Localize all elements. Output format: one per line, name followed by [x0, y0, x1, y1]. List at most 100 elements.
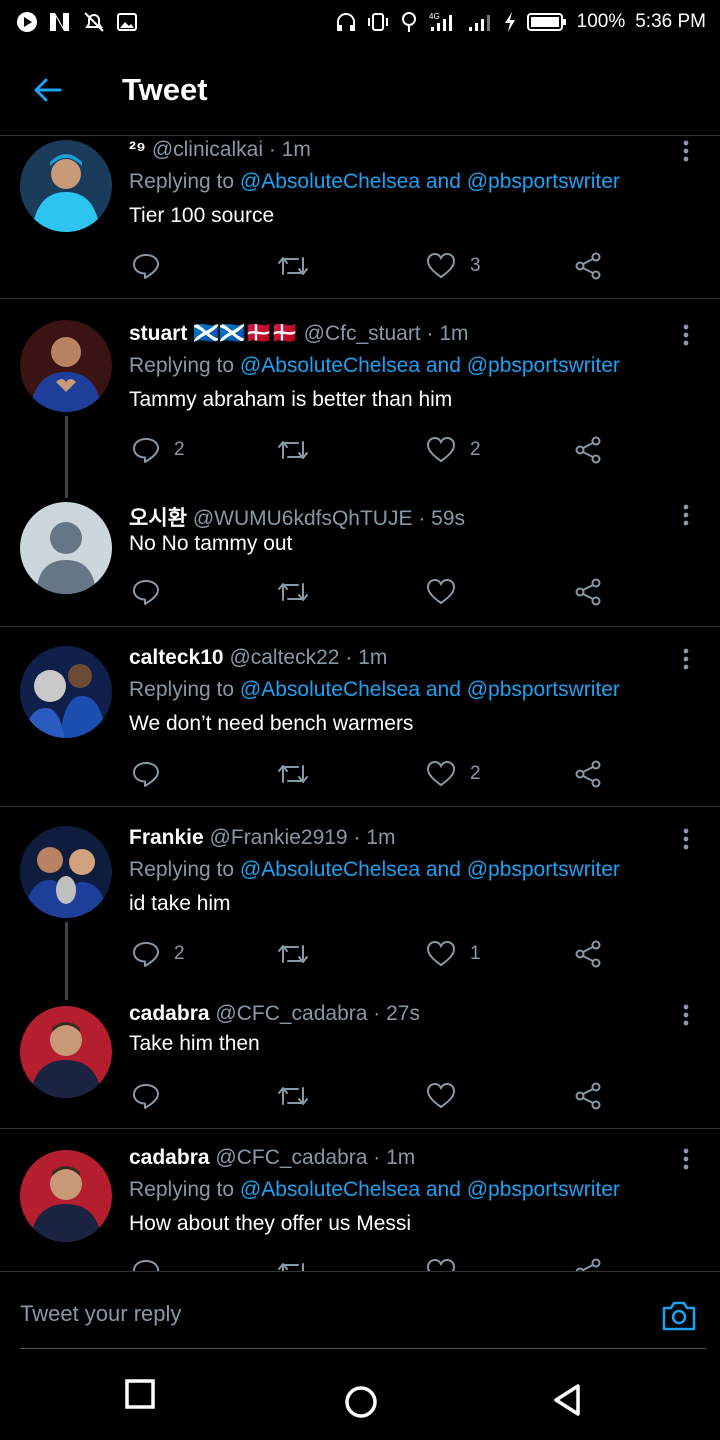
avatar[interactable] — [20, 646, 112, 738]
display-name[interactable]: 오시환 — [129, 507, 187, 530]
reply-button[interactable] — [132, 578, 174, 606]
display-name[interactable]: Frankie — [129, 826, 204, 849]
retweet-button[interactable] — [276, 940, 310, 968]
handle[interactable]: @clinicalkai — [152, 138, 263, 161]
replying-to: Replying to @AbsoluteChelsea and @pbspor… — [129, 354, 620, 378]
back-nav-button[interactable] — [552, 1382, 584, 1423]
reply-count: 2 — [174, 943, 185, 964]
reply-button[interactable]: 2 — [132, 436, 185, 464]
battery-percent: 100% — [576, 11, 626, 32]
like-button[interactable]: 2 — [426, 436, 481, 464]
replying-to: Replying to @AbsoluteChelsea and @pbspor… — [129, 858, 620, 882]
share-button[interactable] — [574, 1258, 602, 1271]
handle[interactable]: @WUMU6kdfsQhTUJE — [193, 507, 413, 530]
mention-link[interactable]: @AbsoluteChelsea and @pbsportswriter — [240, 1178, 620, 1201]
retweet-button[interactable] — [276, 252, 310, 280]
more-icon — [683, 504, 689, 526]
like-button[interactable]: 2 — [426, 760, 481, 788]
more-icon — [683, 828, 689, 850]
retweet-button[interactable] — [276, 760, 310, 788]
mention-link[interactable]: @AbsoluteChelsea and @pbsportswriter — [240, 170, 620, 193]
share-icon — [575, 1082, 601, 1110]
mention-link[interactable]: @AbsoluteChelsea and @pbsportswriter — [240, 354, 620, 377]
like-icon — [426, 436, 456, 463]
handle[interactable]: @Frankie2919 — [210, 826, 348, 849]
avatar[interactable] — [20, 1150, 112, 1242]
more-icon — [683, 324, 689, 346]
timestamp: · 1m — [345, 646, 388, 669]
handle[interactable]: @Cfc_stuart — [304, 322, 421, 345]
tweet-text: No No tammy out — [129, 532, 293, 555]
home-button[interactable] — [343, 1384, 379, 1425]
reply-button[interactable] — [132, 1258, 160, 1271]
reply-input[interactable]: Tweet your reply — [20, 1301, 181, 1327]
camera-button[interactable] — [660, 1298, 698, 1339]
share-button[interactable] — [574, 1082, 602, 1110]
retweet-button[interactable] — [276, 436, 310, 464]
nav-back-icon — [554, 1384, 580, 1416]
more-button[interactable] — [676, 324, 696, 352]
timestamp: · 59s — [418, 507, 466, 530]
divider — [0, 298, 720, 299]
like-button[interactable] — [426, 578, 470, 606]
more-button[interactable] — [676, 140, 696, 168]
more-button[interactable] — [676, 504, 696, 532]
replying-prefix: Replying to — [129, 678, 235, 701]
share-button[interactable] — [574, 578, 602, 606]
avatar[interactable] — [20, 1006, 112, 1098]
clock: 5:36 PM — [635, 11, 706, 32]
reply-icon — [133, 1260, 159, 1271]
mention-link[interactable]: @AbsoluteChelsea and @pbsportswriter — [240, 858, 620, 881]
retweet-button[interactable] — [276, 578, 310, 606]
handle[interactable]: @CFC_cadabra — [215, 1146, 367, 1169]
avatar[interactable] — [20, 502, 112, 594]
like-button[interactable]: 1 — [426, 940, 481, 968]
signal-icon — [467, 11, 493, 33]
reply-button[interactable] — [132, 760, 174, 788]
more-button[interactable] — [676, 828, 696, 856]
like-count: 2 — [470, 763, 481, 784]
share-icon — [575, 760, 601, 788]
share-button[interactable] — [574, 940, 602, 968]
retweet-button[interactable] — [276, 1082, 310, 1110]
recents-button[interactable] — [124, 1378, 156, 1415]
display-name[interactable]: cadabra — [129, 1002, 210, 1025]
tweet-text: Take him then — [129, 1032, 260, 1055]
back-button[interactable] — [0, 74, 96, 106]
display-name[interactable]: calteck10 — [129, 646, 224, 669]
like-button[interactable] — [426, 1082, 470, 1110]
like-button[interactable]: 3 — [426, 252, 481, 280]
display-name[interactable]: cadabra — [129, 1146, 210, 1169]
timestamp: · 1m — [353, 826, 396, 849]
timestamp: · 1m — [268, 138, 311, 161]
more-icon — [683, 140, 689, 162]
avatar[interactable] — [20, 320, 112, 412]
avatar[interactable] — [20, 140, 112, 232]
avatar[interactable] — [20, 826, 112, 918]
headset-icon — [335, 11, 357, 33]
reply-button[interactable] — [132, 1082, 174, 1110]
handle[interactable]: @calteck22 — [229, 646, 339, 669]
handle[interactable]: @CFC_cadabra — [215, 1002, 367, 1025]
reply-feed[interactable]: ²⁹ @clinicalkai · 1m Replying to @Absolu… — [0, 136, 720, 1271]
share-button[interactable] — [574, 436, 602, 464]
more-button[interactable] — [676, 1004, 696, 1032]
replying-to: Replying to @AbsoluteChelsea and @pbspor… — [129, 1178, 620, 1202]
more-button[interactable] — [676, 1148, 696, 1176]
retweet-button[interactable] — [276, 1258, 310, 1271]
tweet-text: id take him — [129, 892, 231, 915]
timestamp: · 1m — [373, 1146, 416, 1169]
display-name[interactable]: ²⁹ — [129, 138, 146, 161]
reply-button[interactable] — [132, 252, 174, 280]
display-name[interactable]: stuart 🏴󠁧󠁢󠁳󠁣󠁴󠁿🏴󠁧󠁢󠁳󠁣󠁴󠁿🇩🇰🇩🇰 — [129, 322, 298, 345]
thread-line — [65, 922, 68, 1000]
more-button[interactable] — [676, 648, 696, 676]
share-button[interactable] — [574, 760, 602, 788]
reply-button[interactable]: 2 — [132, 940, 185, 968]
like-button[interactable] — [426, 1258, 456, 1271]
signal-4g-icon: 4G — [429, 11, 457, 33]
share-button[interactable] — [574, 252, 602, 280]
replying-prefix: Replying to — [129, 1178, 235, 1201]
mention-link[interactable]: @AbsoluteChelsea and @pbsportswriter — [240, 678, 620, 701]
tweet-meta: cadabra @CFC_cadabra · 27s — [129, 1002, 420, 1026]
